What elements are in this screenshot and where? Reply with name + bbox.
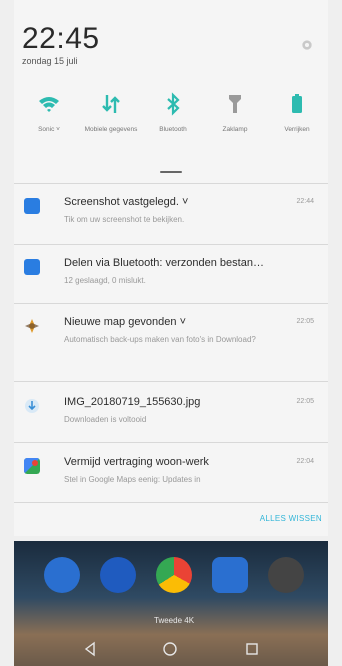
wifi-icon [39,97,59,112]
qs-label-battery-saver: Verrijken [284,126,310,133]
bluetooth-share-icon [24,259,40,275]
qs-label-bluetooth: Bluetooth [159,126,187,133]
status-date: zondag 15 juli [22,56,78,66]
notification-subtitle: Downloaden is voltooid [64,415,147,424]
notification-screenshot[interactable]: Screenshot vastgelegd. ˅ 22:44 Tik om uw… [14,196,328,236]
dock-label: Tweede 4K [154,616,195,625]
settings-app-icon[interactable] [268,557,304,593]
maps-app-icon [24,458,40,474]
qs-tile-battery-saver[interactable]: Verrijken [266,92,328,134]
notification-time: 22:04 [296,458,314,465]
shade-drag-handle[interactable] [160,171,182,173]
divider [14,303,328,304]
status-clock: 22:45 [22,22,100,55]
divider [14,244,328,245]
notification-subtitle: 12 geslaagd, 0 mislukt. [64,276,146,285]
notification-time: 22:05 [296,398,314,405]
notification-subtitle: Tik om uw screenshot te bekijken. [64,215,185,224]
notification-maps[interactable]: Vermijd vertraging woon-werk 22:04 Stel … [14,456,328,500]
messages-app-icon[interactable] [100,557,136,593]
divider [14,183,328,184]
bluetooth-icon [167,92,180,116]
screenshot-app-icon [24,198,40,214]
quick-settings-row: Sonic ˅ Mobiele gegevens Bluetooth Zakla… [14,92,328,162]
notification-subtitle: Stel in Google Maps eenig: Updates in [64,475,201,484]
notification-time: 22:44 [296,198,314,205]
notification-subtitle: Automatisch back-ups maken van foto's in… [64,335,256,344]
notification-bluetooth-share[interactable]: Delen via Bluetooth: verzonden bestan… 1… [14,257,328,297]
home-icon[interactable] [162,641,178,657]
clear-all-button[interactable]: ALLES WISSEN [260,514,322,523]
divider [14,442,328,443]
qs-label-mobile-data: Mobiele gegevens [84,126,138,133]
chrome-app-icon[interactable] [156,557,192,593]
settings-gear-icon[interactable] [300,38,314,52]
notification-title: Delen via Bluetooth: verzonden bestan… [64,257,264,269]
contacts-app-icon[interactable] [44,557,80,593]
flashlight-icon [229,95,241,113]
notification-time: 22:05 [296,318,314,325]
notification-download[interactable]: IMG_20180719_155630.jpg 22:05 Downloaden… [14,396,328,436]
recents-icon[interactable] [244,641,260,657]
notification-title: Screenshot vastgelegd. ˅ [64,196,189,208]
mobile-data-icon [102,95,120,113]
qs-label-flashlight: Zaklamp [222,126,248,133]
camera-app-icon[interactable] [212,557,248,593]
qs-tile-flashlight[interactable]: Zaklamp [204,92,266,134]
qs-tile-mobile-data[interactable]: Mobiele gegevens [80,92,142,134]
photos-app-icon [25,319,39,333]
notification-title: IMG_20180719_155630.jpg [64,396,201,408]
battery-saver-icon [292,94,302,113]
download-icon [25,399,39,413]
notification-title: Nieuwe map gevonden ˅ [64,316,186,328]
qs-tile-wifi[interactable]: Sonic ˅ [18,92,80,134]
back-icon[interactable] [82,641,98,657]
qs-tile-bluetooth[interactable]: Bluetooth [142,92,204,134]
home-screen-wallpaper: Tweede 4K [14,541,328,666]
qs-label-wifi: Sonic ˅ [38,126,60,133]
divider [14,502,328,503]
notification-new-folder[interactable]: Nieuwe map gevonden ˅ 22:05 Automatisch … [14,316,328,372]
notification-title: Vermijd vertraging woon-werk [64,456,209,468]
divider [14,381,328,382]
